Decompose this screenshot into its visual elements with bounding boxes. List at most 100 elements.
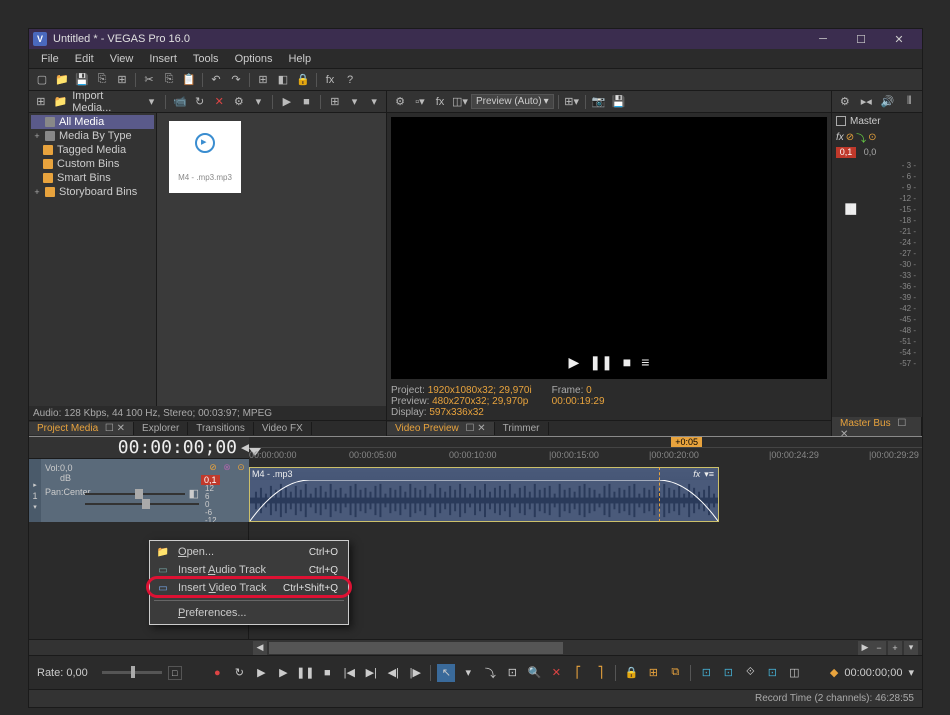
next-frame-button[interactable]: |▶ [406, 664, 424, 682]
stop-icon[interactable]: ■ [299, 93, 315, 111]
clip-settings-icon[interactable]: ▾≡ [704, 469, 714, 480]
trim-end-button[interactable]: ⎤ [591, 664, 609, 682]
help-icon[interactable]: ? [341, 71, 359, 89]
menu-tools[interactable]: Tools [185, 51, 227, 67]
tree-tagged[interactable]: Tagged Media [31, 143, 154, 157]
media-thumb[interactable]: M4 - .mp3.mp3 [169, 121, 241, 193]
playhead-marker-icon[interactable]: ◀ [241, 437, 249, 458]
track-mute-icon[interactable]: ⊗ [221, 461, 233, 473]
zoom-in-button[interactable]: + [888, 641, 902, 655]
paste-icon[interactable]: 📋 [180, 71, 198, 89]
close-button[interactable]: ✕ [880, 29, 918, 49]
menu-options[interactable]: Options [227, 51, 281, 67]
prev-fx-icon[interactable]: fx [431, 93, 449, 111]
timeline-ruler[interactable]: 00:00:00:00 00:00:05:00 00:00:10:00 |00:… [249, 447, 922, 467]
zoom-tool-button[interactable]: 🔍 [525, 664, 543, 682]
tree-storyboard[interactable]: +Storyboard Bins [31, 185, 154, 199]
tab-trimmer[interactable]: Trimmer [495, 422, 549, 435]
remove-icon[interactable]: ✕ [211, 93, 227, 111]
view-icon[interactable]: ⊞ [327, 93, 343, 111]
pause-button[interactable]: ❚❚ [296, 664, 314, 682]
menu-file[interactable]: File [33, 51, 67, 67]
track-record-icon[interactable]: ⊘ [207, 461, 219, 473]
menu-help[interactable]: Help [280, 51, 319, 67]
auto-button[interactable]: ⟐ [741, 664, 759, 682]
dropdown-icon[interactable]: ▾ [459, 664, 477, 682]
zoom-out-button[interactable]: − [872, 641, 886, 655]
tree-custom-bins[interactable]: Custom Bins [31, 157, 154, 171]
cd-end-button[interactable]: ◫ [785, 664, 803, 682]
record-button[interactable]: ● [208, 664, 226, 682]
zoom-fit-button[interactable]: ▾ [904, 641, 918, 655]
rate-slider[interactable] [102, 671, 162, 674]
snap-icon[interactable]: ⊞ [254, 71, 272, 89]
master-solo-icon[interactable]: ⊙ [868, 132, 876, 143]
master-meter-icon[interactable]: ⦀ [900, 93, 918, 111]
prev-split-icon[interactable]: ◫▾ [451, 93, 469, 111]
tree-smart-bins[interactable]: Smart Bins [31, 171, 154, 185]
new-icon[interactable]: ▢ [33, 71, 51, 89]
import-media-button[interactable]: Import Media... [72, 90, 136, 114]
ripple-icon[interactable]: ◧ [274, 71, 292, 89]
prev-settings-icon[interactable]: ⚙ [391, 93, 409, 111]
time-menu-icon[interactable]: ▾ [908, 666, 914, 679]
edit-tool-button[interactable]: ↖ [437, 664, 455, 682]
play-icon[interactable]: ▶ [279, 93, 295, 111]
master-gear-icon[interactable]: ⚙ [836, 93, 854, 111]
track-solo-icon[interactable]: ⊙ [235, 461, 247, 473]
undo-icon[interactable]: ↶ [207, 71, 225, 89]
prev-snapshot-icon[interactable]: 📷 [590, 93, 608, 111]
tab-video-fx[interactable]: Video FX [254, 422, 312, 435]
open-icon[interactable]: 📁 [53, 71, 71, 89]
lock-button[interactable]: 🔒 [622, 664, 640, 682]
timeline-scrollbar[interactable] [269, 642, 856, 654]
preview-loop-button[interactable]: ≡ [641, 354, 649, 371]
menu-view[interactable]: View [102, 51, 142, 67]
delete-button[interactable]: ✕ [547, 664, 565, 682]
cut-icon[interactable]: ✂ [140, 71, 158, 89]
keyframe-icon[interactable]: ◆ [830, 666, 838, 679]
master-send-icon[interactable]: ⤵ [856, 130, 866, 145]
prev-external-icon[interactable]: ▫▾ [411, 93, 429, 111]
copy-icon[interactable]: ⎘ [160, 71, 178, 89]
master-speaker-icon[interactable]: 🔊 [879, 93, 897, 111]
tab-transitions[interactable]: Transitions [188, 422, 254, 435]
pan-slider[interactable] [85, 503, 199, 505]
ctx-insert-audio-track[interactable]: ▭ Insert Audio TrackCtrl+Q [150, 561, 348, 579]
preview-quality-dropdown[interactable]: Preview (Auto) ▾ [471, 94, 554, 109]
play-button[interactable]: ▶ [274, 664, 292, 682]
info-icon[interactable]: ▾ [366, 93, 382, 111]
loop-button[interactable]: ↻ [230, 664, 248, 682]
ctx-open[interactable]: 📁 Open...Ctrl+O [150, 543, 348, 561]
preview-stop-button[interactable]: ■ [623, 354, 631, 371]
fx-icon[interactable]: fx [321, 71, 339, 89]
menu-insert[interactable]: Insert [141, 51, 185, 67]
tree-all-media[interactable]: All Media [31, 115, 154, 129]
tree-by-type[interactable]: +Media By Type [31, 129, 154, 143]
tab-video-preview[interactable]: Video Preview ☐ ✕ [387, 422, 495, 435]
trim-start-button[interactable]: ⎡ [569, 664, 587, 682]
refresh-icon[interactable]: ↻ [192, 93, 208, 111]
render-icon[interactable]: ⎘ [93, 71, 111, 89]
redo-icon[interactable]: ↷ [227, 71, 245, 89]
minimize-button[interactable]: ─ [804, 29, 842, 49]
auto-ripple-button[interactable]: ⧉ [666, 664, 684, 682]
list-icon[interactable]: ▾ [347, 93, 363, 111]
tab-project-media[interactable]: Project Media ☐ ✕ [29, 422, 134, 435]
go-start-button[interactable]: |◀ [340, 664, 358, 682]
clip-fx-icon[interactable]: fx [693, 469, 700, 480]
preview-pause-button[interactable]: ❚❚ [589, 354, 612, 371]
loop-marker[interactable] [659, 467, 660, 522]
tab-explorer[interactable]: Explorer [134, 422, 188, 435]
prev-save-icon[interactable]: 💾 [610, 93, 628, 111]
chevron-down-icon[interactable]: ▾ [144, 93, 160, 111]
save-icon[interactable]: 💾 [73, 71, 91, 89]
play-start-button[interactable]: ▶ [252, 664, 270, 682]
prev-frame-button[interactable]: ◀| [384, 664, 402, 682]
scroll-right-button[interactable]: ▶ [858, 641, 872, 655]
prev-grid-icon[interactable]: ⊞▾ [563, 93, 581, 111]
bin-icon[interactable]: ⊞ [33, 93, 49, 111]
master-prev-icon[interactable]: ▸◂ [857, 93, 875, 111]
rate-reset-button[interactable]: □ [168, 666, 182, 680]
preview-play-button[interactable]: ▶ [569, 354, 580, 371]
